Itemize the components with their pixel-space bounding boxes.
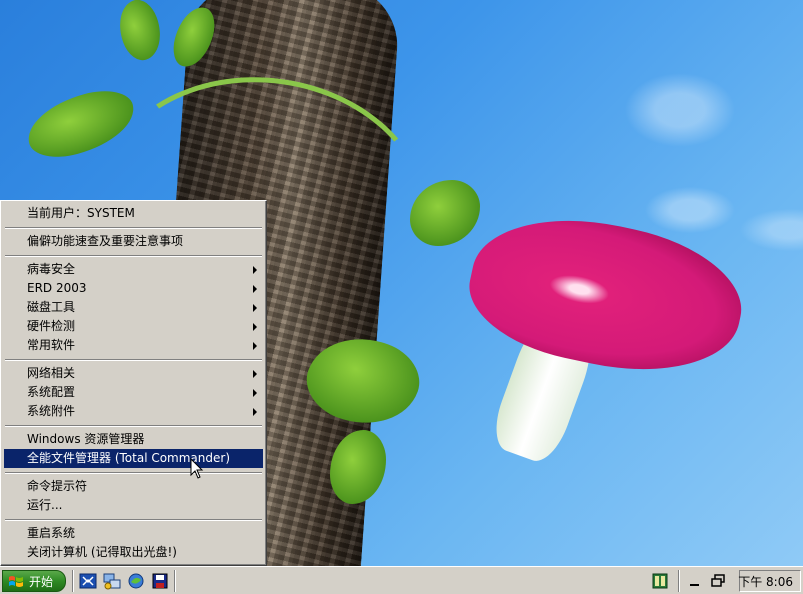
menu-separator bbox=[5, 251, 262, 260]
taskbar-separator bbox=[72, 570, 74, 592]
menu-item-accessories[interactable]: 系统附件 bbox=[4, 402, 263, 421]
submenu-arrow-icon bbox=[253, 389, 257, 397]
current-user-label: 当前用户：SYSTEM bbox=[27, 206, 135, 220]
menu-separator bbox=[5, 421, 262, 430]
menu-item-restart[interactable]: 重启系统 bbox=[4, 524, 263, 543]
start-menu: 当前用户：SYSTEM 偏僻功能速查及重要注意事项 病毒安全 ERD 2003 … bbox=[0, 200, 267, 566]
restore-icon[interactable] bbox=[709, 572, 727, 590]
menu-item-label: 系统附件 bbox=[27, 404, 76, 418]
menu-item-antivirus[interactable]: 病毒安全 bbox=[4, 260, 263, 279]
start-button[interactable]: 开始 bbox=[2, 570, 66, 592]
menu-item-total-commander[interactable]: 全能文件管理器 (Total Commander) bbox=[4, 449, 263, 468]
menu-item-software[interactable]: 常用软件 bbox=[4, 336, 263, 355]
taskbar-separator bbox=[174, 570, 176, 592]
menu-item-run[interactable]: 运行... bbox=[4, 496, 263, 515]
submenu-arrow-icon bbox=[253, 408, 257, 416]
taskbar: 开始 下午 8:06 bbox=[0, 566, 803, 594]
show-desktop-icon[interactable] bbox=[79, 572, 97, 590]
menu-item-hardware[interactable]: 硬件检测 bbox=[4, 317, 263, 336]
system-tray: 下午 8:06 bbox=[738, 570, 801, 592]
submenu-arrow-icon bbox=[253, 304, 257, 312]
menu-item-shutdown[interactable]: 关闭计算机 (记得取出光盘!) bbox=[4, 543, 263, 562]
browser-icon[interactable] bbox=[127, 572, 145, 590]
menu-separator bbox=[5, 468, 262, 477]
minimize-icon[interactable] bbox=[686, 572, 704, 590]
submenu-arrow-icon bbox=[253, 323, 257, 331]
windows-logo-icon bbox=[9, 576, 23, 587]
menu-item-label: 硬件检测 bbox=[27, 319, 76, 333]
menu-item-label: 磁盘工具 bbox=[27, 300, 76, 314]
menu-separator bbox=[5, 223, 262, 232]
menu-item-erd[interactable]: ERD 2003 bbox=[4, 279, 263, 298]
menu-item-system-config[interactable]: 系统配置 bbox=[4, 383, 263, 402]
menu-item-label: 病毒安全 bbox=[27, 262, 76, 276]
start-label: 开始 bbox=[29, 575, 54, 589]
submenu-arrow-icon bbox=[253, 370, 257, 378]
menu-item-label: ERD 2003 bbox=[27, 281, 87, 295]
menu-separator bbox=[5, 515, 262, 524]
menu-item-network[interactable]: 网络相关 bbox=[4, 364, 263, 383]
network-icon[interactable] bbox=[103, 572, 121, 590]
clock[interactable]: 下午 8:06 bbox=[738, 574, 793, 590]
menu-separator bbox=[5, 355, 262, 364]
menu-item-cmd[interactable]: 命令提示符 bbox=[4, 477, 263, 496]
submenu-arrow-icon bbox=[253, 342, 257, 350]
morning-glory-flower bbox=[458, 198, 754, 392]
save-icon[interactable] bbox=[151, 572, 169, 590]
submenu-arrow-icon bbox=[253, 285, 257, 293]
book-icon[interactable] bbox=[651, 572, 669, 590]
menu-item-label: 系统配置 bbox=[27, 385, 76, 399]
mouse-cursor-icon bbox=[190, 458, 204, 479]
submenu-arrow-icon bbox=[253, 266, 257, 274]
menu-item-disk-tools[interactable]: 磁盘工具 bbox=[4, 298, 263, 317]
menu-item-tips[interactable]: 偏僻功能速查及重要注意事项 bbox=[4, 232, 263, 251]
menu-item-label: 网络相关 bbox=[27, 366, 76, 380]
menu-item-label: 常用软件 bbox=[27, 338, 76, 352]
taskbar-separator bbox=[678, 570, 680, 592]
leaf bbox=[110, 0, 170, 66]
menu-item-explorer[interactable]: Windows 资源管理器 bbox=[4, 430, 263, 449]
